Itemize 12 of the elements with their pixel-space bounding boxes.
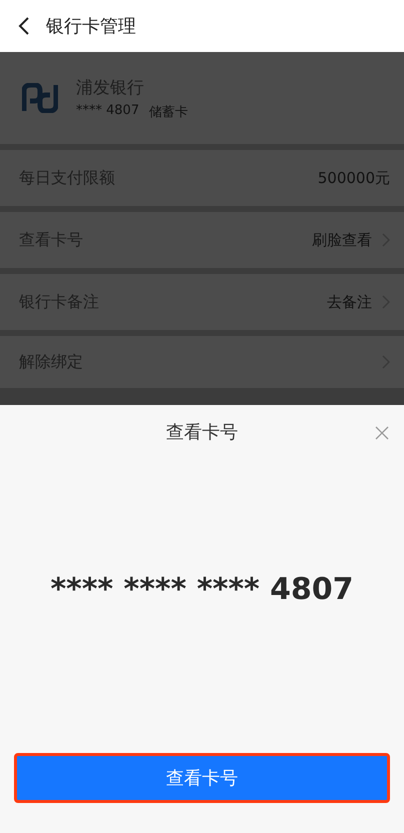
back-icon[interactable] xyxy=(18,16,30,36)
view-card-number-button[interactable]: 查看卡号 xyxy=(14,753,390,803)
row-value: 刷脸查看 xyxy=(312,230,372,250)
full-card-number: **** **** **** 4807 xyxy=(50,572,354,607)
card-number: **** 4807 xyxy=(76,102,140,120)
card-type: 储蓄卡 xyxy=(149,104,188,120)
bank-logo-icon xyxy=(22,83,58,113)
sheet-title: 查看卡号 xyxy=(166,421,238,444)
page-title: 银行卡管理 xyxy=(46,15,136,38)
row-value: 去备注 xyxy=(327,292,372,312)
row-value: 500000元 xyxy=(318,168,390,188)
close-icon[interactable] xyxy=(375,426,389,440)
